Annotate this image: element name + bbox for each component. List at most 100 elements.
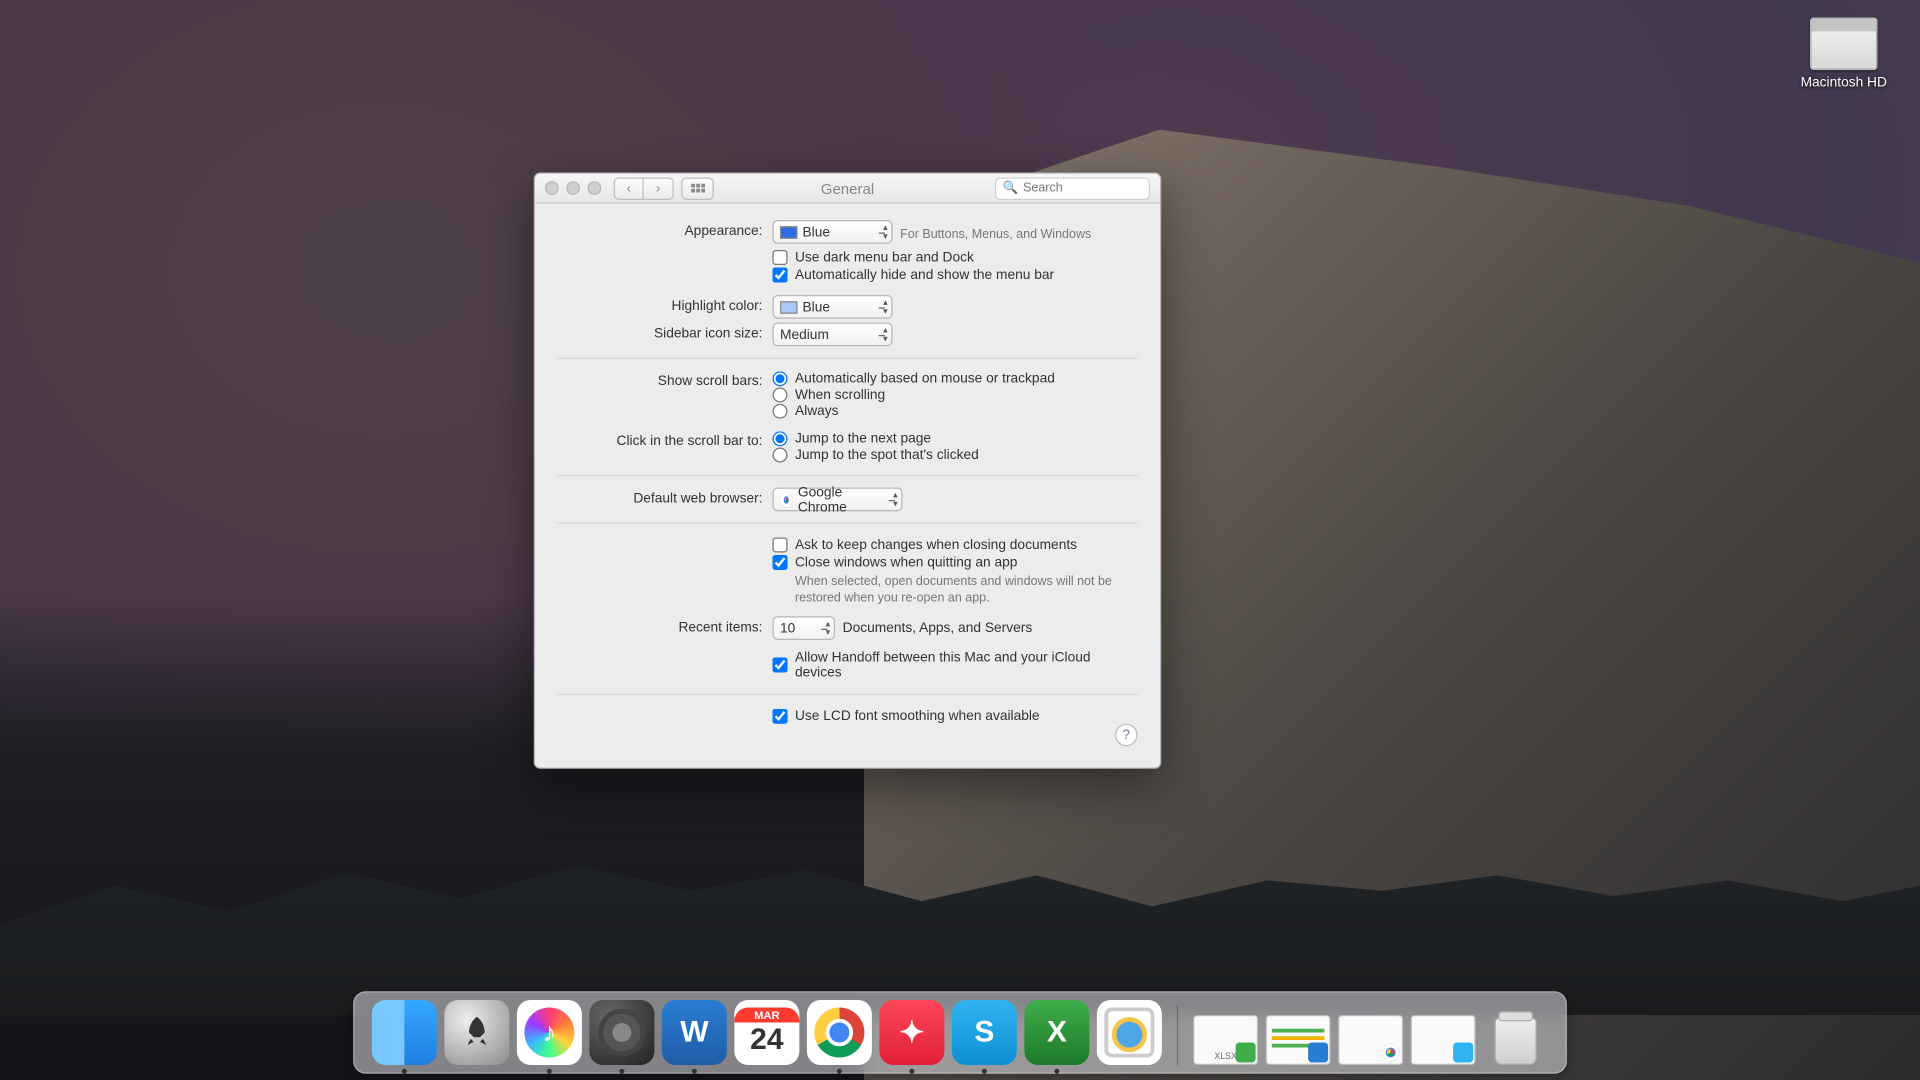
dock-trash[interactable] — [1483, 1000, 1548, 1065]
click-next-radio[interactable] — [773, 431, 788, 446]
dock-app-system-preferences[interactable] — [589, 1000, 654, 1065]
minimize-button[interactable] — [566, 181, 580, 195]
window-titlebar[interactable]: ‹ › General 🔍 — [535, 174, 1160, 204]
appearance-select[interactable]: Blue ▴▾ — [773, 220, 893, 244]
dock-app-mail[interactable] — [1097, 1000, 1162, 1065]
sidebar-size-label: Sidebar icon size: — [558, 323, 773, 342]
running-indicator-icon — [547, 1069, 552, 1074]
dock-app-chrome[interactable] — [807, 1000, 872, 1065]
chevrons-icon: ▴▾ — [826, 620, 830, 638]
browser-label: Default web browser: — [558, 488, 773, 507]
running-indicator-icon — [402, 1069, 407, 1074]
close-windows-checkbox[interactable] — [773, 555, 788, 570]
spacer — [558, 535, 773, 539]
scroll-when-label: When scrolling — [795, 388, 885, 403]
sidebar-size-value: Medium — [780, 327, 829, 342]
zoom-button[interactable] — [588, 181, 602, 195]
spacer — [558, 706, 773, 710]
click-spot-radio[interactable] — [773, 448, 788, 463]
dock-app-word[interactable]: W — [662, 1000, 727, 1065]
excel-badge-icon — [1236, 1043, 1256, 1063]
recent-items-hint: Documents, Apps, and Servers — [843, 621, 1033, 636]
handoff-checkbox[interactable] — [773, 658, 788, 673]
excel-letter: X — [1047, 1015, 1067, 1050]
search-icon: 🔍 — [1003, 181, 1019, 195]
ask-keep-label: Ask to keep changes when closing documen… — [795, 538, 1077, 553]
ask-keep-checkbox[interactable] — [773, 538, 788, 553]
chrome-icon — [814, 1008, 864, 1058]
recent-items-label: Recent items: — [558, 616, 773, 635]
highlight-swatch-icon — [780, 301, 798, 314]
dock-app-launchpad[interactable] — [444, 1000, 509, 1065]
chevrons-icon: ▴▾ — [883, 224, 887, 242]
recent-items-select[interactable]: 10 ▴▾ — [773, 616, 836, 640]
autohide-menubar-checkbox[interactable] — [773, 268, 788, 283]
trash-icon — [1494, 1018, 1537, 1066]
dock-app-itunes[interactable] — [517, 1000, 582, 1065]
calendar-day: 24 — [750, 1023, 783, 1058]
chevrons-icon: ▴▾ — [893, 491, 897, 509]
dark-menu-checkbox[interactable] — [773, 250, 788, 265]
divider — [558, 694, 1138, 695]
close-windows-description: When selected, open documents and window… — [795, 574, 1126, 607]
dock-minimized-window-word[interactable] — [1266, 1015, 1331, 1065]
preferences-body: Appearance: Blue ▴▾ For Buttons, Menus, … — [535, 204, 1160, 768]
running-indicator-icon — [909, 1069, 914, 1074]
back-button[interactable]: ‹ — [614, 177, 644, 200]
dock-separator — [1177, 1005, 1178, 1065]
highlight-value: Blue — [803, 299, 831, 314]
scroll-auto-radio[interactable] — [773, 371, 788, 386]
running-indicator-icon — [837, 1069, 842, 1074]
appearance-hint: For Buttons, Menus, and Windows — [900, 228, 1091, 242]
dock-minimized-window-skype[interactable] — [1411, 1015, 1476, 1065]
grid-icon — [691, 184, 705, 193]
calendar-month: MAR — [734, 1008, 799, 1023]
itunes-icon — [524, 1008, 574, 1058]
search-input[interactable] — [1023, 181, 1142, 195]
dock: W MAR 24 ✦ S X XLSX — [353, 991, 1567, 1074]
nav-back-forward: ‹ › — [614, 177, 674, 200]
lcd-smoothing-checkbox[interactable] — [773, 709, 788, 724]
search-field[interactable]: 🔍 — [995, 177, 1150, 200]
harddrive-icon — [1810, 18, 1878, 71]
stamp-icon — [1104, 1008, 1154, 1058]
scrollbars-label: Show scroll bars: — [558, 370, 773, 389]
dock-minimized-window-chrome[interactable] — [1338, 1015, 1403, 1065]
word-badge-icon — [1308, 1043, 1328, 1063]
help-button[interactable]: ? — [1115, 724, 1138, 747]
highlight-label: Highlight color: — [558, 295, 773, 314]
divider — [558, 523, 1138, 524]
click-scroll-label: Click in the scroll bar to: — [558, 430, 773, 449]
scroll-when-radio[interactable] — [773, 388, 788, 403]
click-next-label: Jump to the next page — [795, 431, 931, 446]
dock-app-red[interactable]: ✦ — [879, 1000, 944, 1065]
forward-button[interactable]: › — [644, 177, 674, 200]
dock-app-finder[interactable] — [372, 1000, 437, 1065]
close-windows-label: Close windows when quitting an app — [795, 555, 1017, 570]
appearance-value: Blue — [803, 224, 831, 239]
browser-select[interactable]: Google Chrome ▴▾ — [773, 488, 903, 512]
scroll-always-radio[interactable] — [773, 404, 788, 419]
desktop-icon-macintosh-hd[interactable]: Macintosh HD — [1795, 18, 1893, 91]
highlight-select[interactable]: Blue ▴▾ — [773, 295, 893, 319]
dock-minimized-window-xlsx[interactable]: XLSX — [1193, 1015, 1258, 1065]
chrome-badge-icon — [1381, 1043, 1401, 1063]
dock-app-skype[interactable]: S — [952, 1000, 1017, 1065]
autohide-menubar-label: Automatically hide and show the menu bar — [795, 268, 1054, 283]
running-indicator-icon — [1054, 1069, 1059, 1074]
dock-app-excel[interactable]: X — [1024, 1000, 1089, 1065]
desktop-icon-label: Macintosh HD — [1795, 75, 1893, 90]
dock-app-calendar[interactable]: MAR 24 — [734, 1000, 799, 1065]
blue-swatch-icon — [780, 226, 798, 239]
sidebar-size-select[interactable]: Medium ▴▾ — [773, 323, 893, 347]
divider — [558, 358, 1138, 359]
dark-menu-label: Use dark menu bar and Dock — [795, 250, 974, 265]
scroll-auto-label: Automatically based on mouse or trackpad — [795, 371, 1055, 386]
window-traffic-lights — [545, 181, 601, 195]
running-indicator-icon — [982, 1069, 987, 1074]
close-button[interactable] — [545, 181, 559, 195]
appearance-label: Appearance: — [558, 220, 773, 239]
show-all-button[interactable] — [681, 177, 714, 200]
chevrons-icon: ▴▾ — [883, 326, 887, 344]
word-letter: W — [680, 1015, 708, 1050]
